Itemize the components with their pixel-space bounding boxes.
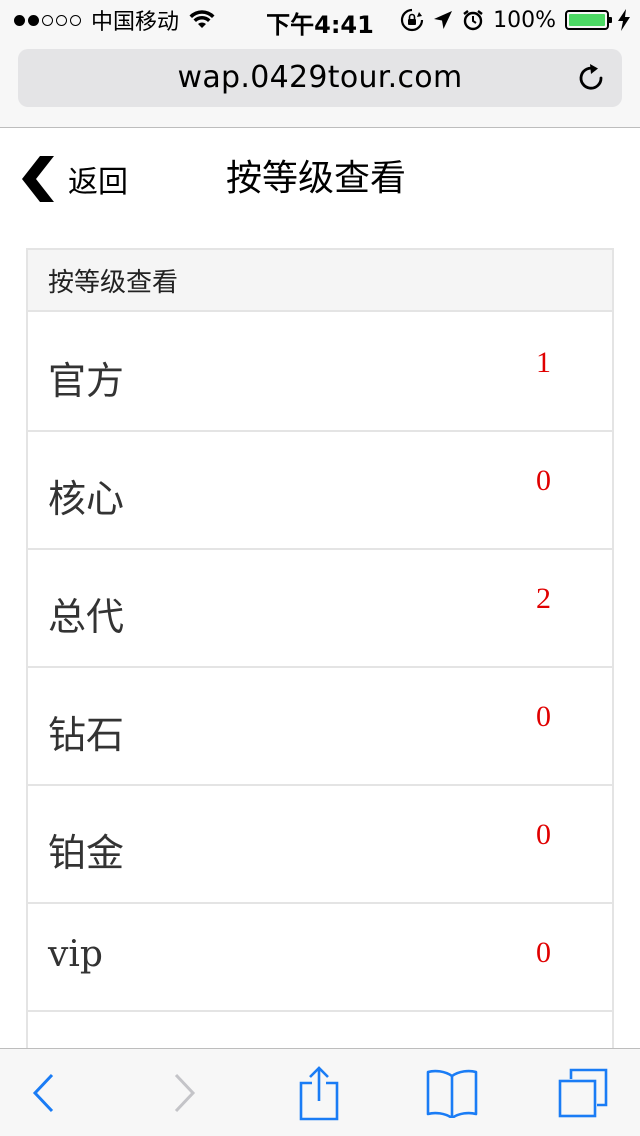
back-arrow-icon bbox=[32, 1073, 54, 1113]
level-count: 1 bbox=[536, 346, 551, 379]
alarm-icon bbox=[463, 10, 483, 31]
level-count: 0 bbox=[536, 936, 551, 969]
level-count: 0 bbox=[536, 464, 551, 497]
level-name: 核心 bbox=[48, 477, 125, 521]
page-title: 按等级查看 bbox=[226, 158, 407, 199]
share-icon bbox=[299, 1066, 339, 1121]
level-row-diamond[interactable]: 钻石 0 bbox=[28, 668, 612, 786]
back-label: 返回 bbox=[68, 165, 128, 200]
battery-percent: 100% bbox=[493, 7, 556, 33]
location-arrow-icon bbox=[434, 11, 453, 29]
level-row-vip[interactable]: vip 0 bbox=[28, 904, 612, 1012]
screen: 中国移动 下午4:41 100% wap.0429tour.com 返回 按等级… bbox=[0, 0, 640, 1136]
browser-toolbar bbox=[0, 1048, 640, 1136]
level-name: 官方 bbox=[48, 359, 125, 403]
battery-icon bbox=[565, 10, 612, 30]
level-row-official[interactable]: 官方 1 bbox=[28, 312, 612, 432]
toolbar-tabs-button[interactable] bbox=[556, 1063, 610, 1123]
level-row-platinum[interactable]: 铂金 0 bbox=[28, 786, 612, 904]
level-row-core[interactable]: 核心 0 bbox=[28, 432, 612, 550]
rotation-lock-icon bbox=[401, 8, 424, 32]
reload-icon[interactable] bbox=[574, 61, 608, 95]
page-header: 返回 按等级查看 bbox=[0, 129, 640, 229]
status-right: 100% bbox=[400, 6, 630, 34]
level-name: 钻石 bbox=[48, 713, 125, 757]
panel-heading: 按等级查看 bbox=[28, 250, 612, 312]
tabs-icon bbox=[558, 1068, 608, 1118]
level-name: 总代 bbox=[48, 595, 125, 639]
toolbar-bookmarks-button[interactable] bbox=[424, 1063, 480, 1123]
level-count: 0 bbox=[536, 700, 551, 733]
address-bar[interactable]: wap.0429tour.com bbox=[18, 49, 622, 107]
back-button[interactable]: 返回 bbox=[20, 153, 128, 205]
url-text[interactable]: wap.0429tour.com bbox=[18, 60, 622, 95]
forward-arrow-icon bbox=[174, 1073, 196, 1113]
level-count: 2 bbox=[536, 582, 551, 615]
toolbar-back-button[interactable] bbox=[22, 1063, 66, 1123]
chevron-left-icon bbox=[22, 156, 54, 202]
level-row-general-agent[interactable]: 总代 2 bbox=[28, 550, 612, 668]
charging-bolt-icon bbox=[618, 9, 630, 31]
browser-chrome: 中国移动 下午4:41 100% wap.0429tour.com bbox=[0, 0, 640, 128]
level-panel: 按等级查看 官方 1 核心 0 总代 2 钻石 0 铂金 0 vip 0 bbox=[26, 248, 614, 1088]
status-bar: 中国移动 下午4:41 100% bbox=[0, 0, 640, 40]
level-count: 0 bbox=[536, 818, 551, 851]
level-name: vip bbox=[48, 934, 103, 975]
bookmarks-icon bbox=[426, 1069, 478, 1118]
level-name: 铂金 bbox=[48, 831, 125, 875]
toolbar-forward-button[interactable] bbox=[162, 1063, 206, 1123]
toolbar-share-button[interactable] bbox=[296, 1063, 342, 1123]
